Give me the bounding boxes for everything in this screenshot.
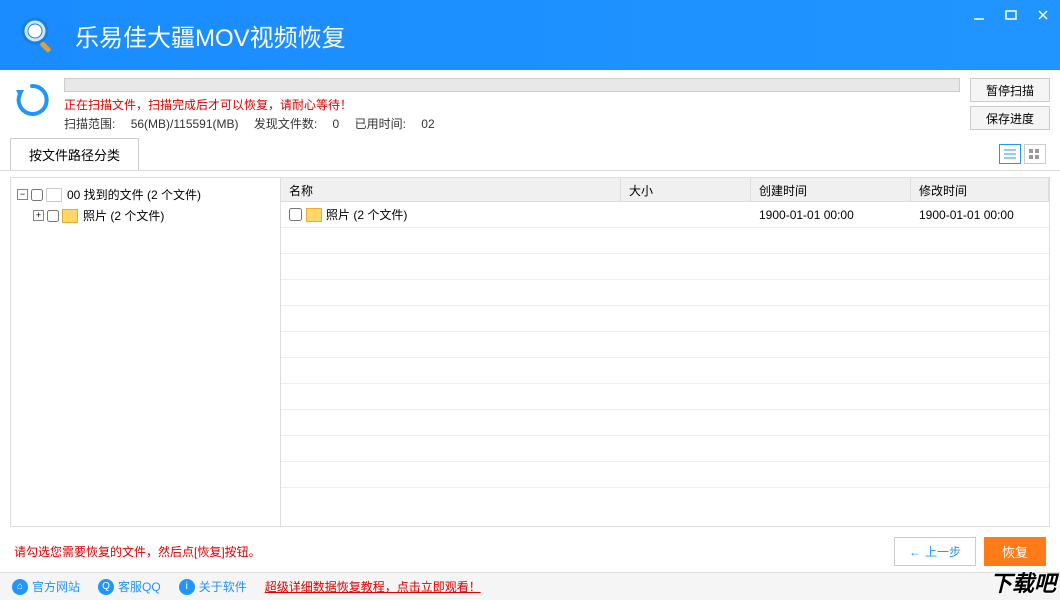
- column-name[interactable]: 名称: [281, 178, 621, 201]
- official-site-link[interactable]: ⌂ 官方网站: [12, 578, 80, 595]
- empty-row: [281, 436, 1049, 462]
- tree-collapse-icon[interactable]: −: [17, 189, 28, 200]
- tree-root-node[interactable]: − 00 找到的文件 (2 个文件): [17, 184, 274, 205]
- recover-button[interactable]: 恢复: [984, 537, 1046, 566]
- folder-icon: [62, 209, 78, 223]
- select-hint-text: 请勾选您需要恢复的文件，然后点[恢复]按钮。: [14, 543, 261, 560]
- tab-row: 按文件路径分类: [0, 138, 1060, 171]
- found-files-label: 发现文件数:: [254, 117, 317, 131]
- empty-row: [281, 462, 1049, 488]
- maximize-button[interactable]: [999, 5, 1023, 25]
- view-grid-button[interactable]: [1024, 144, 1046, 164]
- empty-row: [281, 410, 1049, 436]
- scan-action-buttons: 暂停扫描 保存进度: [970, 78, 1050, 130]
- scan-details: 扫描范围: 56(MB)/115591(MB) 发现文件数: 0 已用时间: 0…: [64, 115, 960, 132]
- tree-child-node[interactable]: + 照片 (2 个文件): [33, 205, 274, 226]
- empty-row: [281, 358, 1049, 384]
- scan-range-value: 56(MB)/115591(MB): [131, 117, 239, 131]
- footer-bar: ⌂ 官方网站 Q 客服QQ i 关于软件 超级详细数据恢复教程，点击立即观看！: [0, 572, 1060, 600]
- tutorial-link[interactable]: 超级详细数据恢复教程，点击立即观看！: [265, 578, 481, 595]
- elapsed-label: 已用时间:: [355, 117, 406, 131]
- folder-icon: [46, 188, 62, 202]
- minimize-button[interactable]: [967, 5, 991, 25]
- tree-root-checkbox[interactable]: [31, 189, 43, 201]
- elapsed-value: 02: [421, 117, 434, 131]
- table-row[interactable]: 照片 (2 个文件) 1900-01-01 00:00 1900-01-01 0…: [281, 202, 1049, 228]
- file-list-panel: 名称 大小 创建时间 修改时间 照片 (2 个文件) 1900-01-01 00…: [281, 178, 1049, 526]
- column-size[interactable]: 大小: [621, 178, 751, 201]
- home-icon: ⌂: [12, 579, 28, 595]
- tree-child-label: 照片 (2 个文件): [83, 207, 164, 224]
- row-size: [621, 211, 751, 219]
- list-body: 照片 (2 个文件) 1900-01-01 00:00 1900-01-01 0…: [281, 202, 1049, 526]
- empty-row: [281, 280, 1049, 306]
- row-modified: 1900-01-01 00:00: [911, 204, 1049, 226]
- empty-row: [281, 306, 1049, 332]
- close-button[interactable]: [1031, 5, 1055, 25]
- scan-range-label: 扫描范围:: [64, 117, 115, 131]
- tree-panel: − 00 找到的文件 (2 个文件) + 照片 (2 个文件): [11, 178, 281, 526]
- scan-info-section: 正在扫描文件，扫描完成后才可以恢复，请耐心等待！ 扫描范围: 56(MB)/11…: [0, 70, 1060, 138]
- column-modified[interactable]: 修改时间: [911, 178, 1049, 201]
- column-created[interactable]: 创建时间: [751, 178, 911, 201]
- view-toggles: [999, 144, 1050, 164]
- tab-by-path[interactable]: 按文件路径分类: [10, 138, 139, 170]
- row-name: 照片 (2 个文件): [326, 206, 407, 223]
- about-link[interactable]: i 关于软件: [179, 578, 247, 595]
- empty-row: [281, 384, 1049, 410]
- bottom-hint-bar: 请勾选您需要恢复的文件，然后点[恢复]按钮。 ← 上一步 恢复: [0, 527, 1060, 576]
- scan-status-text: 正在扫描文件，扫描完成后才可以恢复，请耐心等待！: [64, 96, 960, 113]
- empty-row: [281, 254, 1049, 280]
- empty-row: [281, 228, 1049, 254]
- scan-spinner-icon: [10, 78, 54, 122]
- scan-info-content: 正在扫描文件，扫描完成后才可以恢复，请耐心等待！ 扫描范围: 56(MB)/11…: [64, 78, 960, 132]
- app-title: 乐易佳大疆MOV视频恢复: [75, 18, 346, 53]
- window-controls: [967, 5, 1055, 25]
- save-progress-button[interactable]: 保存进度: [970, 106, 1050, 130]
- scan-progress-bar: [64, 78, 960, 92]
- folder-icon: [306, 208, 322, 222]
- row-checkbox[interactable]: [289, 208, 302, 221]
- row-name-cell: 照片 (2 个文件): [281, 202, 621, 227]
- qq-icon: Q: [98, 579, 114, 595]
- title-bar: 乐易佳大疆MOV视频恢复: [0, 0, 1060, 70]
- main-content: − 00 找到的文件 (2 个文件) + 照片 (2 个文件) 名称 大小 创建…: [10, 177, 1050, 527]
- tree-root-label: 00 找到的文件 (2 个文件): [67, 186, 201, 203]
- pause-scan-button[interactable]: 暂停扫描: [970, 78, 1050, 102]
- watermark-text: 下载吧: [990, 566, 1056, 598]
- list-header: 名称 大小 创建时间 修改时间: [281, 178, 1049, 202]
- row-created: 1900-01-01 00:00: [751, 204, 911, 226]
- tree-child-checkbox[interactable]: [47, 210, 59, 222]
- view-list-button[interactable]: [999, 144, 1021, 164]
- info-icon: i: [179, 579, 195, 595]
- tree-expand-icon[interactable]: +: [33, 210, 44, 221]
- prev-step-button[interactable]: ← 上一步: [894, 537, 976, 566]
- customer-qq-link[interactable]: Q 客服QQ: [98, 578, 161, 595]
- empty-row: [281, 332, 1049, 358]
- app-logo-icon: [15, 11, 63, 59]
- found-files-value: 0: [333, 117, 340, 131]
- arrow-left-icon: ←: [909, 545, 921, 559]
